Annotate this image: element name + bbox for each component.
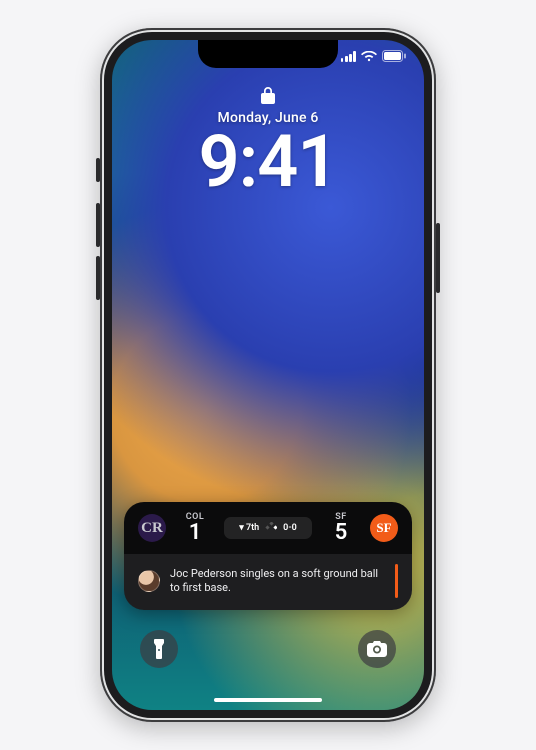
away-team-score: 1 [189,522,202,544]
away-team-logo: CR [138,514,166,542]
notch [198,40,338,68]
wifi-icon [361,51,377,62]
iphone-device-frame: Monday, June 6 9:41 CR COL 1 ▾ 7th [100,28,436,722]
live-activity-score-row: CR COL 1 ▾ 7th 0-0 [124,502,412,554]
team-accent-bar [395,564,398,598]
player-avatar [138,570,160,592]
lock-time: 9:41 [198,126,337,198]
home-team-score: 5 [335,522,348,544]
lock-icon [261,86,275,104]
lock-screen[interactable]: Monday, June 6 9:41 CR COL 1 ▾ 7th [112,40,424,710]
volume-down-button [96,256,100,300]
ring-silent-switch [96,158,100,182]
home-team-logo: SF [370,514,398,542]
lock-header: Monday, June 6 9:41 [112,86,424,198]
inning-text: ▾ 7th [239,523,259,533]
battery-icon [382,50,406,62]
away-team-block: COL 1 [176,512,214,544]
volume-up-button [96,203,100,247]
flashlight-icon [152,639,166,659]
live-activity-card[interactable]: CR COL 1 ▾ 7th 0-0 [124,502,412,610]
home-indicator[interactable] [214,698,322,702]
cellular-signal-icon [341,51,356,62]
camera-icon [367,641,387,657]
side-button [436,223,440,293]
count-text: 0-0 [283,523,297,533]
flashlight-button[interactable] [140,630,178,668]
live-activity-news-row: Joc Pederson singles on a soft ground ba… [124,554,412,610]
bases-diamond-icon [265,522,277,534]
camera-button[interactable] [358,630,396,668]
live-activity-news-text: Joc Pederson singles on a soft ground ba… [170,567,385,596]
inning-pill: ▾ 7th 0-0 [224,517,312,539]
home-team-block: SF 5 [322,512,360,544]
status-bar-right [341,50,406,62]
